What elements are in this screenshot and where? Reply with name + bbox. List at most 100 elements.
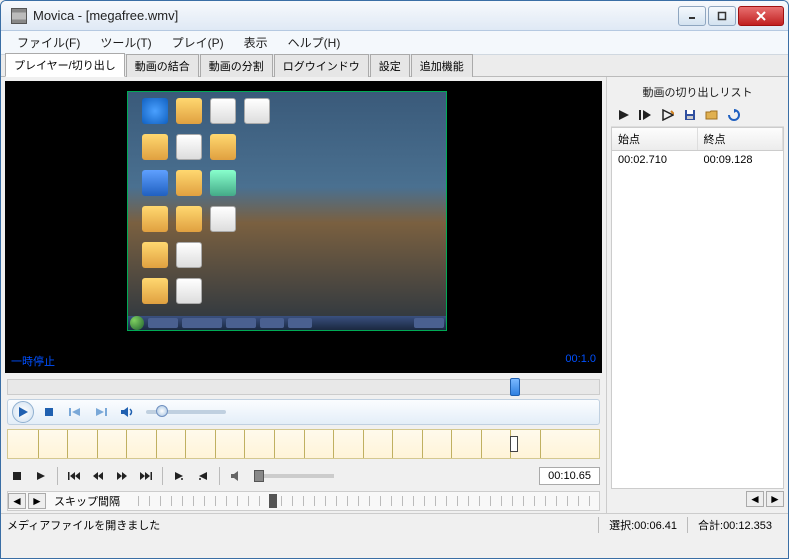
- seek-thumb[interactable]: [510, 378, 520, 396]
- desktop-icon: [210, 170, 236, 196]
- right-footer: ◄ ►: [611, 489, 784, 509]
- lower-time-display: 00:10.65: [539, 467, 600, 485]
- time-label: 00:1.0: [565, 353, 596, 369]
- menu-help[interactable]: ヘルプ(H): [278, 31, 351, 54]
- desktop-icon: [210, 98, 236, 124]
- desktop-icon: [142, 134, 168, 160]
- lc-play-button[interactable]: [31, 466, 51, 486]
- pause-label: 一時停止: [11, 353, 55, 369]
- rp-save-button[interactable]: [681, 106, 699, 124]
- play-button[interactable]: [12, 401, 34, 423]
- col-end[interactable]: 終点: [698, 128, 784, 150]
- skip-row: ◄ ► スキップ間隔: [7, 491, 600, 511]
- skip-thumb[interactable]: [269, 494, 277, 508]
- tab-settings[interactable]: 設定: [370, 54, 410, 77]
- speed-thumb[interactable]: [254, 470, 264, 482]
- video-area[interactable]: 一時停止 00:1.0: [5, 81, 602, 373]
- maximize-button[interactable]: [708, 6, 736, 26]
- cutlist-table[interactable]: 始点 終点 00:02.710 00:09.128: [611, 127, 784, 489]
- timeline-marker[interactable]: [510, 436, 518, 452]
- desktop-icon: [142, 278, 168, 304]
- left-panel: 一時停止 00:1.0: [1, 77, 607, 513]
- lc-skip-end-button[interactable]: [136, 466, 156, 486]
- lc-rewind-button[interactable]: [88, 466, 108, 486]
- desktop-icon: [176, 206, 202, 232]
- close-button[interactable]: [738, 6, 784, 26]
- taskbar-in-video: [128, 316, 446, 330]
- menu-tools[interactable]: ツール(T): [90, 31, 161, 54]
- player-controls: [7, 399, 600, 425]
- window-title: Movica - [megafree.wmv]: [33, 8, 678, 23]
- desktop-icon: [176, 98, 202, 124]
- desktop-icon: [176, 278, 202, 304]
- desktop-icon: [210, 206, 236, 232]
- next-button[interactable]: [90, 401, 112, 423]
- rp-prev-button[interactable]: ◄: [746, 491, 764, 507]
- status-selection: 選択:00:06.41: [598, 517, 687, 533]
- lc-stop-button[interactable]: [7, 466, 27, 486]
- seekbar[interactable]: [7, 379, 600, 395]
- skip-prev-button[interactable]: ◄: [8, 493, 26, 509]
- desktop-icon: [210, 134, 236, 160]
- menu-view[interactable]: 表示: [234, 31, 278, 54]
- stop-button[interactable]: [38, 401, 60, 423]
- cell-start: 00:02.710: [612, 151, 698, 169]
- rp-edit-button[interactable]: [659, 106, 677, 124]
- right-panel: 動画の切り出しリスト 始点 終点 00:02.710 00:09.128: [607, 77, 788, 513]
- volume-thumb[interactable]: [156, 405, 168, 417]
- app-window: Movica - [megafree.wmv] ファイル(F) ツール(T) プ…: [0, 0, 789, 559]
- tabbar: プレイヤー/切り出し 動画の結合 動画の分割 ログウインドウ 設定 追加機能: [1, 55, 788, 77]
- timeline[interactable]: [7, 429, 600, 459]
- lc-forward-button[interactable]: [112, 466, 132, 486]
- cutlist-row[interactable]: 00:02.710 00:09.128: [612, 151, 783, 169]
- lc-speaker-icon[interactable]: [226, 466, 246, 486]
- cutlist-toolbar: [611, 103, 784, 127]
- desktop-icon: [142, 170, 168, 196]
- desktop-icon: [142, 98, 168, 124]
- window-controls: [678, 6, 784, 26]
- status-message: メディアファイルを開きました: [7, 517, 598, 533]
- speed-slider[interactable]: [254, 474, 334, 478]
- rp-play-range-button[interactable]: [637, 106, 655, 124]
- desktop-icon: [142, 206, 168, 232]
- desktop-icon: [142, 242, 168, 268]
- desktop-icon: [176, 242, 202, 268]
- volume-icon[interactable]: [116, 401, 138, 423]
- minimize-button[interactable]: [678, 6, 706, 26]
- prev-button[interactable]: [64, 401, 86, 423]
- menubar: ファイル(F) ツール(T) プレイ(P) 表示 ヘルプ(H): [1, 31, 788, 55]
- video-frame: [127, 91, 447, 331]
- rp-open-button[interactable]: [703, 106, 721, 124]
- video-overlay: 一時停止 00:1.0: [11, 353, 596, 369]
- statusbar: メディアファイルを開きました 選択:00:06.41 合計:00:12.353: [1, 513, 788, 535]
- menu-play[interactable]: プレイ(P): [162, 31, 234, 54]
- rp-next-button[interactable]: ►: [766, 491, 784, 507]
- lc-skip-start-button[interactable]: [64, 466, 84, 486]
- cell-end: 00:09.128: [698, 151, 784, 169]
- tab-join[interactable]: 動画の結合: [126, 54, 199, 77]
- desktop-icon: [176, 170, 202, 196]
- skip-label: スキップ間隔: [48, 493, 126, 509]
- rp-refresh-button[interactable]: [725, 106, 743, 124]
- tab-extra[interactable]: 追加機能: [411, 54, 473, 77]
- desktop-icon: [176, 134, 202, 160]
- titlebar[interactable]: Movica - [megafree.wmv]: [1, 1, 788, 31]
- skip-track[interactable]: [128, 496, 599, 506]
- tab-log[interactable]: ログウインドウ: [274, 54, 369, 77]
- desktop-icon: [244, 98, 270, 124]
- status-total: 合計:00:12.353: [687, 517, 782, 533]
- rp-play-button[interactable]: [615, 106, 633, 124]
- main-body: 一時停止 00:1.0: [1, 77, 788, 513]
- lc-mark-out-button[interactable]: [193, 466, 213, 486]
- tab-player[interactable]: プレイヤー/切り出し: [5, 53, 125, 77]
- col-start[interactable]: 始点: [612, 128, 698, 150]
- lower-controls: 00:10.65: [7, 463, 600, 489]
- cutlist-header: 始点 終点: [612, 128, 783, 151]
- tab-split[interactable]: 動画の分割: [200, 54, 273, 77]
- skip-next-button[interactable]: ►: [28, 493, 46, 509]
- volume-slider[interactable]: [146, 410, 226, 414]
- menu-file[interactable]: ファイル(F): [7, 31, 90, 54]
- app-icon: [11, 8, 27, 24]
- cutlist-title: 動画の切り出しリスト: [611, 81, 784, 103]
- lc-mark-in-button[interactable]: [169, 466, 189, 486]
